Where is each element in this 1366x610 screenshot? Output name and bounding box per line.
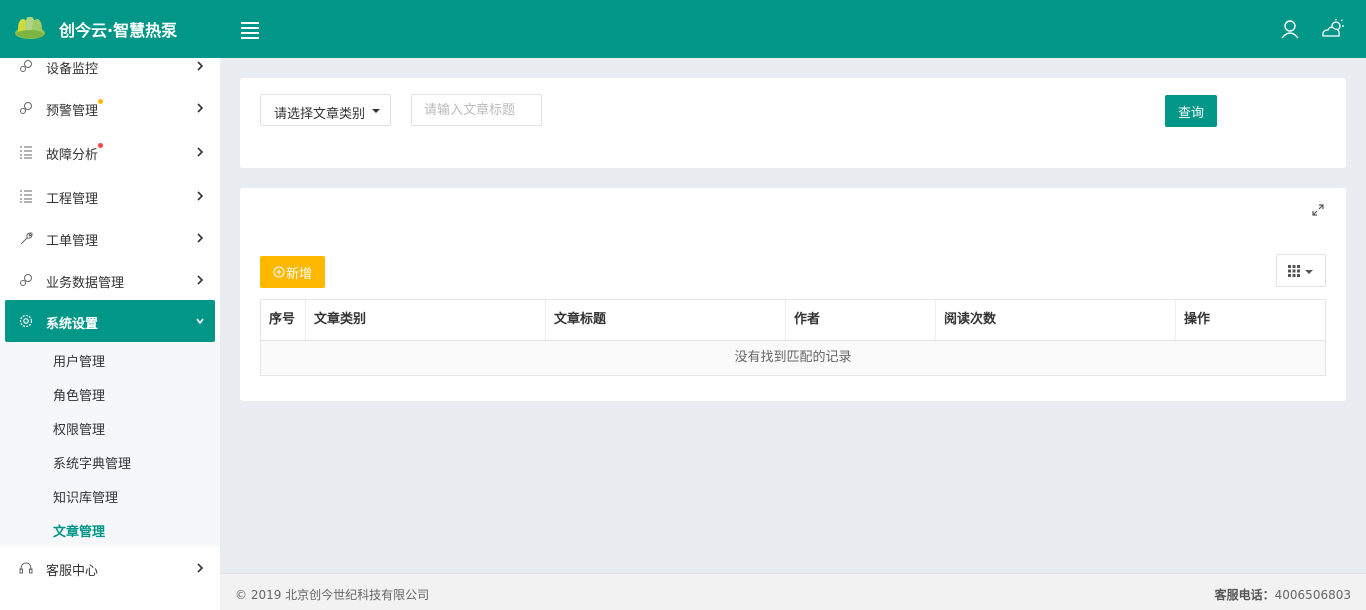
articles-table: 序号 文章类别 文章标题 作者 阅读次数 操作 没有找到匹配的记录 bbox=[260, 299, 1326, 376]
top-header: 创今云·智慧热泵 bbox=[0, 0, 1366, 58]
sidebar-item-business-data[interactable]: 业务数据管理 bbox=[0, 259, 220, 301]
gears-icon bbox=[20, 102, 32, 114]
weather-icon[interactable] bbox=[1320, 18, 1346, 40]
fullscreen-icon[interactable] bbox=[1312, 204, 1324, 216]
sidebar-item-label: 设备监控 bbox=[46, 62, 99, 77]
chevron-down-icon bbox=[196, 318, 204, 325]
column-header[interactable]: 文章类别 bbox=[306, 300, 546, 340]
submenu-item-permissions[interactable]: 权限管理 bbox=[53, 419, 105, 438]
column-header[interactable]: 序号 bbox=[261, 300, 306, 340]
menu-toggle-icon[interactable] bbox=[241, 22, 259, 39]
title-search-input[interactable] bbox=[411, 94, 542, 126]
notification-dot bbox=[98, 99, 103, 104]
sidebar-item-workorder[interactable]: 工单管理 bbox=[0, 217, 220, 259]
table-header: 序号 文章类别 文章标题 作者 阅读次数 操作 bbox=[261, 300, 1325, 341]
sidebar-item-fault[interactable]: 故障分析 bbox=[0, 131, 220, 173]
list-icon bbox=[20, 190, 32, 203]
chevron-right-icon bbox=[197, 147, 204, 157]
submenu-item-users[interactable]: 用户管理 bbox=[53, 351, 105, 370]
system-settings-submenu: 用户管理 角色管理 权限管理 系统字典管理 知识库管理 文章管理 bbox=[0, 342, 220, 546]
submenu-item-roles[interactable]: 角色管理 bbox=[53, 385, 105, 404]
query-button[interactable]: 查询 bbox=[1165, 95, 1217, 127]
submenu-item-articles[interactable]: 文章管理 bbox=[53, 521, 105, 540]
category-select-value: 请选择文章类别 bbox=[274, 107, 366, 122]
add-button-label: 新增 bbox=[285, 266, 312, 282]
sidebar-item-label: 故障分析 bbox=[46, 148, 99, 163]
gears-icon bbox=[20, 274, 32, 286]
chevron-right-icon bbox=[197, 275, 204, 285]
sidebar-item-alert[interactable]: 预警管理 bbox=[0, 87, 220, 129]
settings-icon bbox=[19, 314, 33, 328]
filter-panel: 请选择文章类别 查询 bbox=[240, 78, 1346, 168]
main-content: 请选择文章类别 查询 新增 序号 文章类别 文章标题 bbox=[220, 58, 1366, 572]
notification-dot bbox=[98, 143, 103, 148]
chevron-right-icon bbox=[197, 563, 204, 573]
brand-title: 创今云·智慧热泵 bbox=[59, 21, 178, 40]
list-icon bbox=[20, 146, 32, 159]
category-select[interactable]: 请选择文章类别 bbox=[260, 94, 391, 126]
gears-icon bbox=[20, 60, 32, 72]
grid-icon bbox=[1288, 265, 1300, 277]
user-icon[interactable] bbox=[1279, 18, 1301, 40]
chevron-right-icon bbox=[197, 103, 204, 113]
submenu-item-knowledge-base[interactable]: 知识库管理 bbox=[53, 487, 118, 506]
sidebar-item-system-settings[interactable]: 系统设置 bbox=[5, 300, 215, 342]
copyright-text: © 2019 北京创今世纪科技有限公司 bbox=[235, 588, 430, 602]
chevron-right-icon bbox=[197, 191, 204, 201]
chevron-right-icon bbox=[197, 233, 204, 243]
plus-circle-icon bbox=[273, 266, 285, 278]
footer: © 2019 北京创今世纪科技有限公司 客服电话：4006506803 bbox=[220, 573, 1366, 610]
add-button[interactable]: 新增 bbox=[260, 256, 325, 288]
sidebar: 设备监控 预警管理 故障分析 工程管理 工单管理 业务数据管理 系统设置 用户管… bbox=[0, 58, 220, 610]
sidebar-item-project[interactable]: 工程管理 bbox=[0, 175, 220, 217]
sidebar-item-label: 预警管理 bbox=[46, 104, 99, 119]
column-header[interactable]: 作者 bbox=[786, 300, 936, 340]
column-header[interactable]: 文章标题 bbox=[546, 300, 786, 340]
sidebar-item-label: 客服中心 bbox=[46, 564, 99, 579]
wrench-icon bbox=[20, 232, 33, 245]
sidebar-item-label: 工单管理 bbox=[46, 234, 99, 249]
hotline: 客服电话：4006506803 bbox=[1215, 586, 1351, 603]
hotline-number: 4006506803 bbox=[1274, 588, 1351, 602]
chevron-right-icon bbox=[197, 61, 204, 71]
sidebar-item-label: 工程管理 bbox=[46, 192, 99, 207]
sidebar-item-label: 系统设置 bbox=[46, 317, 99, 332]
hotline-label: 客服电话： bbox=[1214, 588, 1275, 602]
sidebar-item-label: 业务数据管理 bbox=[46, 276, 125, 291]
column-header[interactable]: 操作 bbox=[1176, 300, 1325, 340]
sidebar-item-service-center[interactable]: 客服中心 bbox=[0, 547, 220, 589]
table-panel: 新增 序号 文章类别 文章标题 作者 阅读次数 操作 没有找到匹配的记录 bbox=[240, 188, 1346, 401]
headset-icon bbox=[19, 562, 33, 574]
caret-down-icon bbox=[1305, 270, 1313, 274]
columns-toggle-button[interactable] bbox=[1276, 254, 1326, 287]
column-header[interactable]: 阅读次数 bbox=[936, 300, 1176, 340]
empty-table-message: 没有找到匹配的记录 bbox=[261, 341, 1325, 375]
sidebar-item-device-monitor[interactable]: 设备监控 bbox=[0, 58, 220, 87]
logo-icon bbox=[15, 17, 45, 39]
submenu-item-dictionary[interactable]: 系统字典管理 bbox=[53, 453, 131, 472]
caret-down-icon bbox=[372, 109, 380, 113]
